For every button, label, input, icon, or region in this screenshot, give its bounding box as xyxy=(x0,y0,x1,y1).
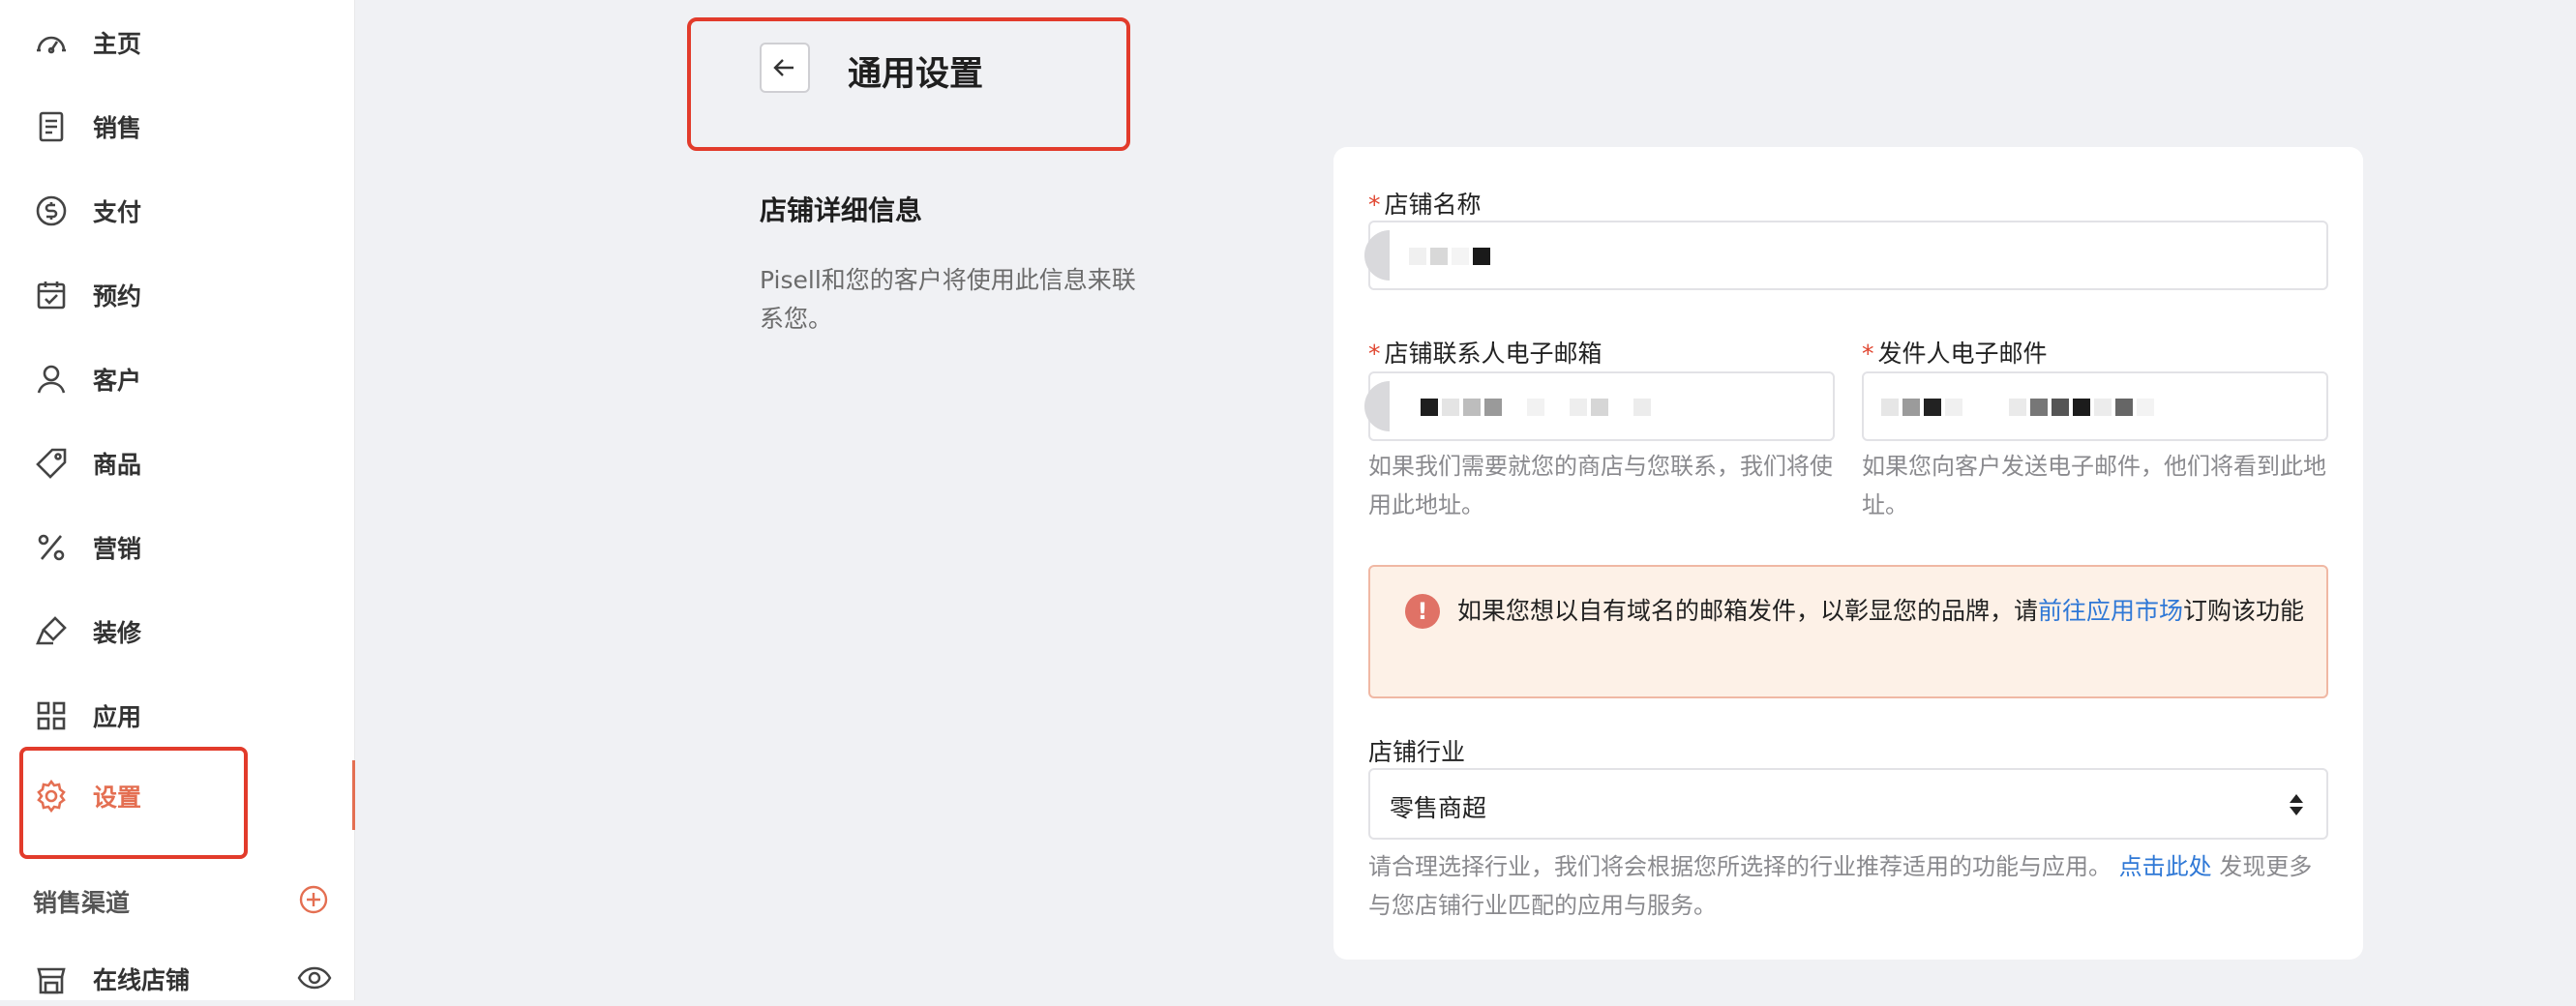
store-name-input[interactable] xyxy=(1364,221,2328,290)
industry-value: 零售商超 xyxy=(1390,794,1487,822)
sidebar-item-apps[interactable]: 应用 xyxy=(33,689,141,743)
calendar-icon xyxy=(33,277,70,313)
brush-icon xyxy=(33,613,70,650)
dashboard-icon xyxy=(33,24,70,61)
active-indicator xyxy=(352,760,355,830)
contact-email-help: 如果我们需要就您的商店与您联系，我们将使用此地址。 xyxy=(1368,453,1833,518)
warning-icon: ! xyxy=(1405,594,1440,629)
sender-email-label: * 发件人电子邮件 xyxy=(1862,340,2048,368)
sidebar-item-design[interactable]: 装修 xyxy=(33,605,141,659)
industry-help: 请合理选择行业，我们将会根据您所选择的行业推荐适用的功能与应用。 点击此处 发现… xyxy=(1368,853,2313,919)
industry-select[interactable]: 零售商超 xyxy=(1368,768,2328,840)
industry-label: 店铺行业 xyxy=(1368,738,1466,766)
sidebar-item-products[interactable]: 商品 xyxy=(33,436,141,490)
sidebar-item-label: 装修 xyxy=(93,619,142,647)
sidebar-item-label: 销售 xyxy=(93,114,142,142)
sender-email-help: 如果您向客户发送电子邮件，他们将看到此地址。 xyxy=(1862,453,2326,518)
section-heading: 店铺详细信息 xyxy=(760,194,923,226)
sidebar-item-label: 客户 xyxy=(93,367,142,395)
add-channel-icon[interactable] xyxy=(298,884,329,915)
store-name-label: * 店铺名称 xyxy=(1368,191,1482,219)
store-icon xyxy=(33,961,70,997)
sidebar-item-home[interactable]: 主页 xyxy=(33,15,141,70)
page-title: 通用设置 xyxy=(848,55,984,94)
sort-caret-icon xyxy=(2290,794,2303,815)
sidebar-item-label: 商品 xyxy=(93,451,142,479)
back-button[interactable] xyxy=(760,43,810,93)
sidebar-item-payments[interactable]: 支付 xyxy=(33,184,141,238)
sidebar-item-label: 预约 xyxy=(93,282,142,311)
sidebar-item-label: 应用 xyxy=(93,703,142,731)
app-market-link[interactable]: 前往应用市场 xyxy=(2038,597,2183,625)
redacted-text xyxy=(1409,248,1490,265)
redacted-text xyxy=(1421,399,1651,416)
alert-text: 如果您想以自有域名的邮箱发件，以彰显您的品牌，请前往应用市场订购该功能 xyxy=(1457,597,2305,625)
grid-icon xyxy=(33,697,70,734)
arrow-left-icon xyxy=(773,59,794,76)
sales-channels-title: 销售渠道 xyxy=(33,889,131,917)
highlight-box xyxy=(19,747,248,859)
click-here-link[interactable]: 点击此处 xyxy=(2119,853,2212,880)
sidebar-item-label: 主页 xyxy=(93,30,142,58)
sidebar-item-label: 支付 xyxy=(93,198,142,226)
contact-email-label: * 店铺联系人电子邮箱 xyxy=(1368,340,1603,368)
sidebar-item-customers[interactable]: 客户 xyxy=(33,352,141,406)
sidebar-item-sales[interactable]: 销售 xyxy=(33,100,141,154)
sidebar-item-label: 营销 xyxy=(93,535,142,563)
avatar xyxy=(1364,230,1390,281)
dollar-icon xyxy=(33,192,70,229)
percent-icon xyxy=(33,529,70,566)
avatar xyxy=(1364,381,1390,431)
section-description: Pisell和您的客户将使用此信息来联系您。 xyxy=(760,266,1136,333)
sidebar-item-marketing[interactable]: 营销 xyxy=(33,520,141,575)
sidebar-item-label: 在线店铺 xyxy=(93,966,191,994)
sender-email-input[interactable] xyxy=(1862,371,2328,441)
user-icon xyxy=(33,361,70,398)
sidebar-item-booking[interactable]: 预约 xyxy=(33,268,141,322)
info-alert: ! 如果您想以自有域名的邮箱发件，以彰显您的品牌，请前往应用市场订购该功能 xyxy=(1368,565,2328,698)
redacted-text xyxy=(1881,399,2154,416)
tag-icon xyxy=(33,445,70,482)
contact-email-input[interactable] xyxy=(1364,371,1835,441)
eye-icon[interactable] xyxy=(296,960,333,996)
receipt-icon xyxy=(33,108,70,145)
sidebar: 主页 销售 支付 预约 客户 商品 营销 装修 应用 设置 销售渠道 在线店铺 xyxy=(0,0,355,1000)
sidebar-item-online-store[interactable]: 在线店铺 xyxy=(33,952,190,1006)
